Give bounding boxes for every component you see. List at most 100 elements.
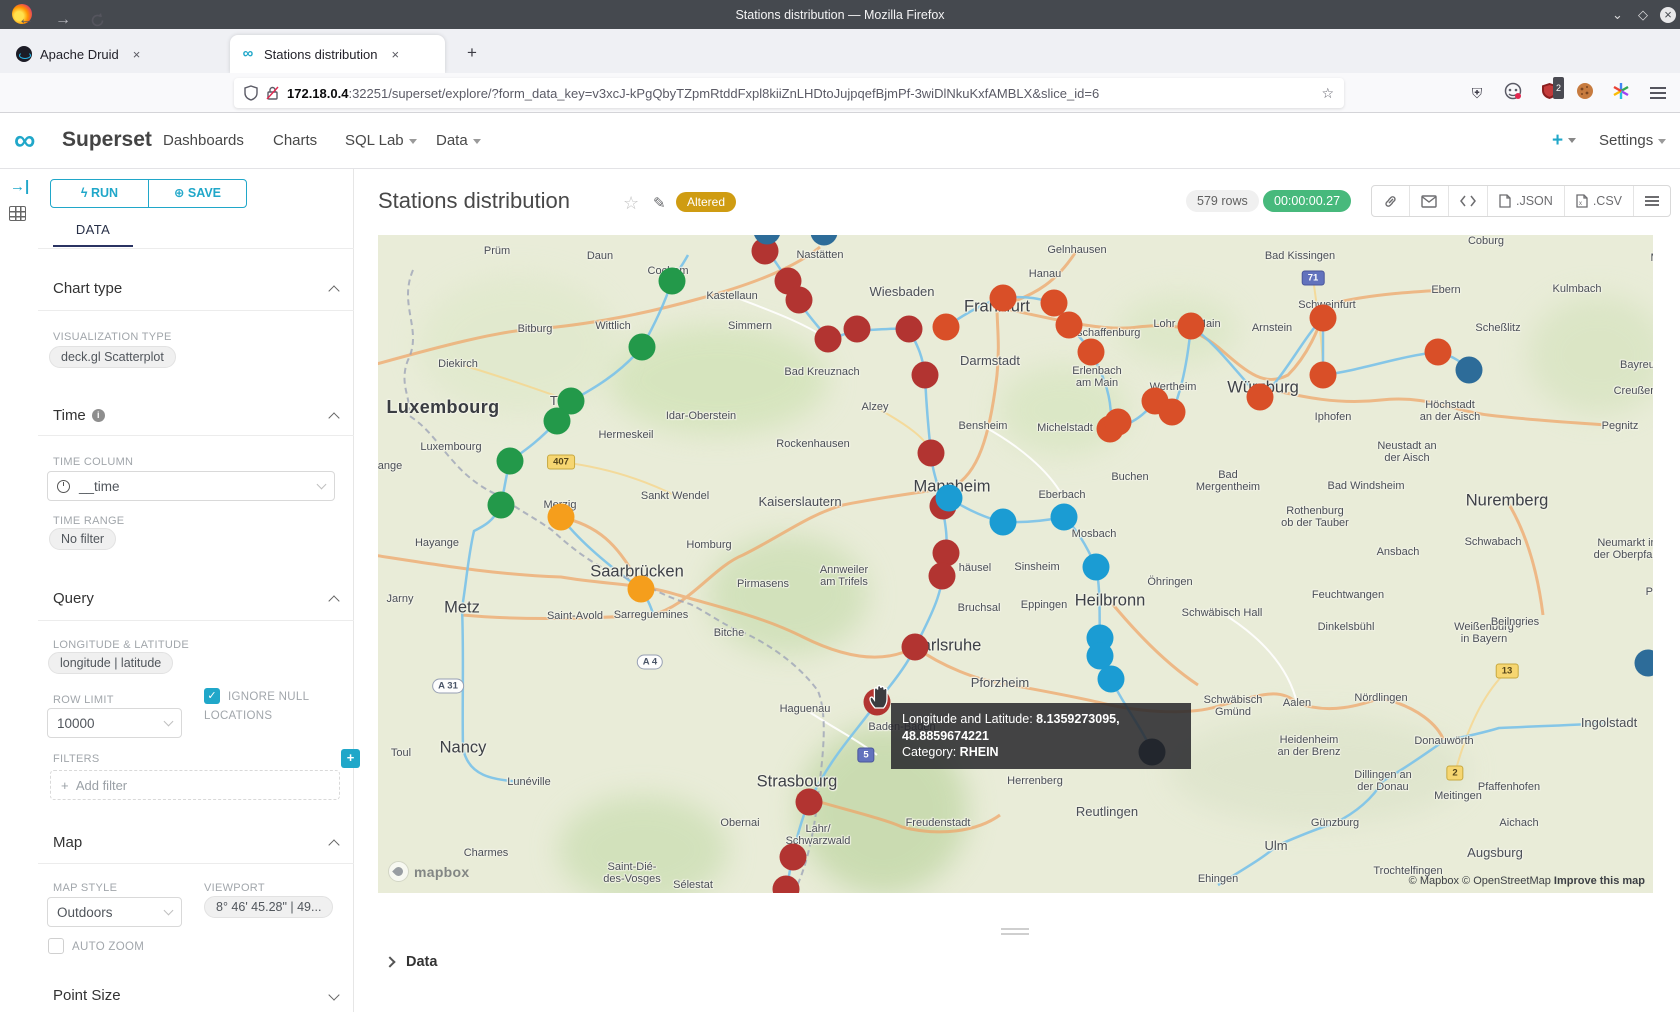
map-data-point[interactable] <box>796 789 823 816</box>
section-time[interactable]: Timei <box>53 407 105 424</box>
window-minimize-icon[interactable]: ⌄ <box>1612 7 1623 23</box>
map-data-point[interactable] <box>1051 504 1078 531</box>
section-point-size[interactable]: Point Size <box>53 987 121 1004</box>
nav-data[interactable]: Data <box>436 132 481 149</box>
map-data-point[interactable] <box>628 576 655 603</box>
menu-hamburger-icon[interactable] <box>1650 92 1666 94</box>
share-link-button[interactable] <box>1372 186 1410 216</box>
save-button[interactable]: ⊕ SAVE <box>148 180 246 207</box>
map-data-point[interactable] <box>1310 362 1337 389</box>
map-data-point[interactable] <box>780 844 807 871</box>
nav-charts[interactable]: Charts <box>273 132 317 149</box>
expand-panel-icon[interactable]: →| <box>10 178 29 195</box>
url-bar[interactable]: 172.18.0.4:32251/superset/explore/?form_… <box>234 78 1344 108</box>
auto-zoom-checkbox[interactable] <box>48 938 64 954</box>
run-button[interactable]: ϟ RUN <box>51 180 148 207</box>
add-filter-box[interactable]: + Add filter <box>50 770 340 800</box>
favorite-star-icon[interactable]: ☆ <box>623 193 639 214</box>
embed-code-button[interactable] <box>1449 186 1488 216</box>
ublock-icon[interactable]: 2 <box>1538 82 1560 104</box>
tab-close-icon[interactable]: × <box>133 47 141 62</box>
back-icon[interactable]: ← <box>18 10 34 30</box>
export-csv-button[interactable]: x.CSV <box>1565 186 1634 216</box>
section-map[interactable]: Map <box>53 834 82 851</box>
forward-icon[interactable]: → <box>55 10 71 30</box>
data-results-collapse[interactable]: Data <box>386 954 437 970</box>
resize-drag-handle[interactable] <box>1001 928 1029 935</box>
nav-settings[interactable]: Settings <box>1599 132 1666 149</box>
row-limit-select[interactable]: 10000 <box>47 708 182 738</box>
map-data-point[interactable] <box>497 448 524 475</box>
map-data-point[interactable] <box>896 316 923 343</box>
map-data-point[interactable] <box>1083 554 1110 581</box>
map-data-point[interactable] <box>548 504 575 531</box>
email-button[interactable] <box>1410 186 1449 216</box>
osm-attribution-link[interactable]: © OpenStreetMap <box>1462 875 1551 887</box>
chevron-up-icon[interactable] <box>328 285 339 296</box>
nav-dashboards[interactable]: Dashboards <box>163 132 244 149</box>
nav-add-button[interactable]: + <box>1552 130 1576 152</box>
map-data-point[interactable] <box>1456 357 1483 384</box>
map-data-point[interactable] <box>844 316 871 343</box>
section-query[interactable]: Query <box>53 590 94 607</box>
browser-tab-druid[interactable]: Apache Druid × <box>6 35 214 73</box>
reload-icon[interactable] <box>90 13 105 28</box>
insecure-lock-icon[interactable] <box>266 85 279 101</box>
export-json-button[interactable]: .JSON <box>1488 186 1565 216</box>
map-data-point[interactable] <box>815 326 842 353</box>
time-range-value[interactable]: No filter <box>49 528 116 550</box>
section-chart-type[interactable]: Chart type <box>53 280 122 297</box>
window-maximize-icon[interactable]: ◇ <box>1638 7 1648 23</box>
cookie-extension-icon[interactable] <box>1574 82 1596 104</box>
add-filter-plus-button[interactable]: + <box>341 749 360 768</box>
map-data-point[interactable] <box>786 287 813 314</box>
map-data-point[interactable] <box>1098 666 1125 693</box>
mapbox-logo[interactable]: mapbox <box>388 861 469 882</box>
map-data-point[interactable] <box>990 285 1017 312</box>
map-data-point[interactable] <box>488 492 515 519</box>
shield-permissions-icon[interactable] <box>244 85 258 101</box>
edit-title-icon[interactable]: ✎ <box>653 194 666 212</box>
tab-close-icon[interactable]: × <box>391 47 399 62</box>
pinwheel-extension-icon[interactable] <box>1610 82 1632 104</box>
window-close-icon[interactable]: × <box>1660 7 1676 23</box>
map-data-point[interactable] <box>918 440 945 467</box>
map-data-point[interactable] <box>912 362 939 389</box>
map-canvas[interactable]: PrümDaunCochemNastättenGelnhausenHanauBa… <box>378 235 1653 893</box>
multi-account-icon[interactable] <box>1502 82 1524 104</box>
chevron-down-icon[interactable] <box>328 989 339 1000</box>
map-data-point[interactable] <box>1105 409 1132 436</box>
mapbox-attribution-link[interactable]: © Mapbox <box>1409 875 1459 887</box>
chevron-up-icon[interactable] <box>328 839 339 850</box>
time-column-select[interactable]: __time <box>47 471 335 501</box>
tab-data[interactable]: DATA <box>53 222 133 237</box>
map-data-point[interactable] <box>929 563 956 590</box>
map-data-point[interactable] <box>1425 339 1452 366</box>
chevron-up-icon[interactable] <box>328 412 339 423</box>
browser-tab-stations[interactable]: ∞ Stations distribution × <box>230 35 445 73</box>
nav-sql-lab[interactable]: SQL Lab <box>345 132 417 149</box>
new-tab-button[interactable]: + <box>467 43 477 63</box>
map-data-point[interactable] <box>1078 339 1105 366</box>
chart-menu-button[interactable] <box>1634 186 1670 216</box>
map-data-point[interactable] <box>936 485 963 512</box>
map-data-point[interactable] <box>1247 384 1274 411</box>
lonlat-value[interactable]: longitude | latitude <box>48 652 173 674</box>
map-data-point[interactable] <box>1310 305 1337 332</box>
map-data-point[interactable] <box>659 268 686 295</box>
bookmark-star-icon[interactable]: ☆ <box>1321 85 1334 102</box>
map-style-select[interactable]: Outdoors <box>47 897 182 927</box>
map-data-point[interactable] <box>629 334 656 361</box>
map-data-point[interactable] <box>1178 313 1205 340</box>
superset-brand[interactable]: Superset <box>62 128 152 152</box>
superset-logo[interactable]: ∞ <box>14 124 33 158</box>
map-data-point[interactable] <box>1056 312 1083 339</box>
map-data-point[interactable] <box>544 408 571 435</box>
map-data-point[interactable] <box>1159 399 1186 426</box>
viewport-value[interactable]: 8° 46' 45.28" | 49... <box>204 896 333 918</box>
pocket-icon[interactable]: ⛨ <box>1466 82 1488 104</box>
map-data-point[interactable] <box>990 509 1017 536</box>
viz-type-value[interactable]: deck.gl Scatterplot <box>49 346 176 368</box>
improve-map-link[interactable]: Improve this map <box>1554 875 1645 887</box>
chevron-up-icon[interactable] <box>328 595 339 606</box>
